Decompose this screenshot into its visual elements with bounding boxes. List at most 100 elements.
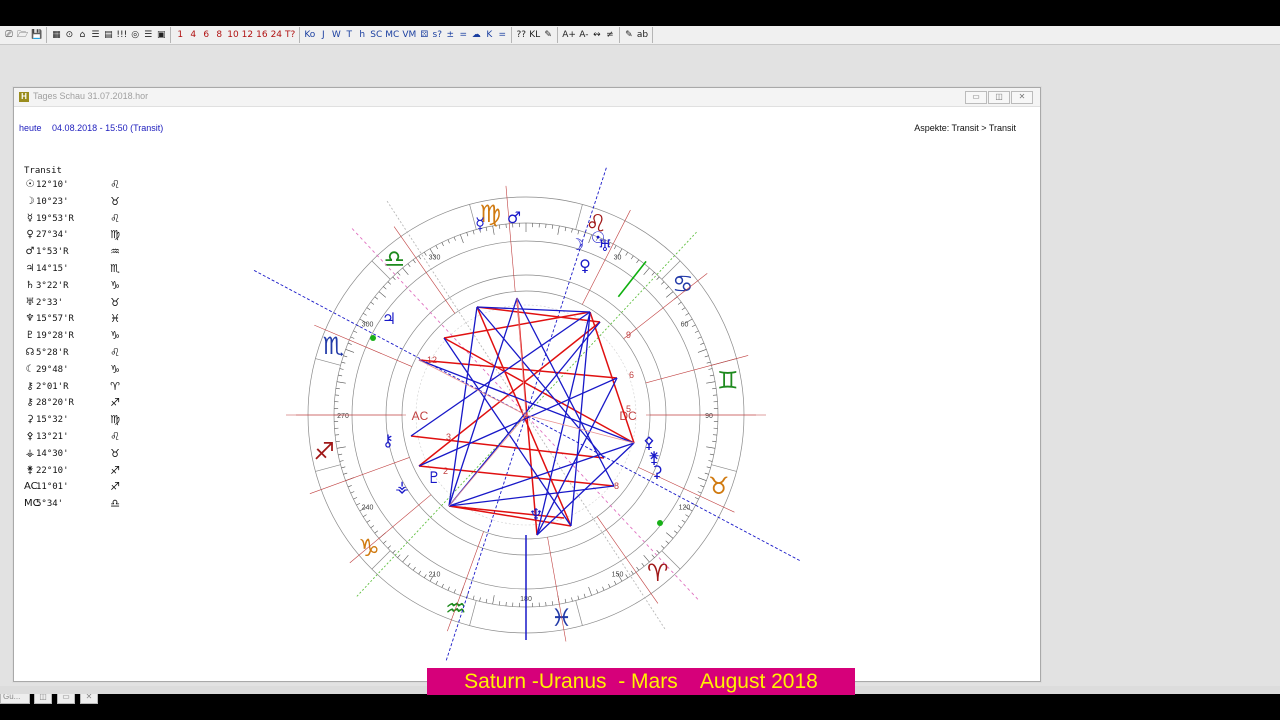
degree-tick xyxy=(665,286,669,290)
toolbar-button[interactable]: ◎ xyxy=(129,28,141,42)
toolbar-button[interactable]: ▦ xyxy=(50,28,62,42)
toolbar-button[interactable]: W xyxy=(330,28,342,42)
degree-tick xyxy=(492,595,495,605)
toolbar-button[interactable]: h xyxy=(356,28,368,42)
toolbar-button[interactable]: 8 xyxy=(213,28,225,42)
toolbar-button[interactable]: ab xyxy=(636,28,649,42)
degree-tick xyxy=(706,446,716,449)
aspect-line-blue xyxy=(536,442,635,536)
degree-tick xyxy=(336,446,346,449)
toolbar-button[interactable]: T? xyxy=(284,28,296,42)
aspect-line-blue xyxy=(448,485,615,507)
degree-tick xyxy=(694,330,699,333)
degree-label: 300 xyxy=(362,322,374,329)
zodiac-sign: ♉ xyxy=(708,472,730,500)
planet-symbol: ♃ xyxy=(382,309,396,328)
degree-tick xyxy=(341,361,346,364)
toolbar-button[interactable]: SC xyxy=(369,28,383,42)
toolbar-button[interactable]: ✎ xyxy=(623,28,635,42)
degree-tick xyxy=(588,586,592,596)
toolbar-button[interactable]: 10 xyxy=(226,28,239,42)
sign-boundary xyxy=(575,204,583,230)
degree-tick xyxy=(681,307,686,311)
toolbar-button[interactable]: Ko xyxy=(303,28,316,42)
toolbar-button[interactable]: J xyxy=(317,28,329,42)
toolbar-button[interactable]: !!! xyxy=(115,28,128,42)
degree-tick xyxy=(564,227,567,232)
toolbar-button[interactable]: ☁ xyxy=(470,28,482,42)
degree-tick xyxy=(697,336,702,339)
toolbar-button[interactable]: ⊙ xyxy=(63,28,75,42)
sign-boundary xyxy=(575,600,583,626)
aspect-line-blue xyxy=(448,442,635,507)
degree-tick xyxy=(709,453,714,456)
degree-tick xyxy=(602,586,605,591)
degree-tick xyxy=(636,566,640,571)
degree-tick xyxy=(460,234,464,244)
toolbar-button[interactable]: ?? xyxy=(515,28,527,42)
toolbar-button[interactable]: ▤ xyxy=(102,28,114,42)
degree-tick xyxy=(583,593,586,598)
toolbar-button[interactable]: = xyxy=(496,28,508,42)
degree-tick xyxy=(641,562,645,567)
toolbar-button[interactable]: ⌂ xyxy=(76,28,88,42)
toolbar-button[interactable]: 🗁 xyxy=(16,28,29,42)
degree-tick xyxy=(338,453,343,456)
toolbar-button[interactable]: A- xyxy=(578,28,590,42)
toolbar-button[interactable]: T xyxy=(343,28,355,42)
toolbar-button[interactable]: ± xyxy=(444,28,456,42)
degree-tick xyxy=(374,296,379,300)
toolbar-button[interactable]: 16 xyxy=(255,28,268,42)
degree-tick xyxy=(350,336,355,339)
degree-tick xyxy=(636,259,640,264)
degree-tick xyxy=(571,228,573,233)
degree-tick xyxy=(339,368,344,370)
degree-tick xyxy=(479,597,481,602)
toolbar-button[interactable]: ⚄ xyxy=(418,28,430,42)
sign-boundary xyxy=(315,464,341,472)
toolbar-button[interactable]: = xyxy=(457,28,469,42)
toolbar-button[interactable]: 4 xyxy=(187,28,199,42)
degree-tick xyxy=(387,281,391,285)
degree-label: 120 xyxy=(679,505,691,512)
degree-tick xyxy=(407,263,411,268)
planet-symbol: ⚵ xyxy=(648,448,660,467)
degree-tick xyxy=(630,570,634,575)
planet-symbol: ♆ xyxy=(529,505,543,524)
toolbar-button[interactable]: 12 xyxy=(241,28,254,42)
toolbar-button[interactable]: 💾 xyxy=(30,28,43,42)
toolbar-button[interactable]: K xyxy=(483,28,495,42)
toolbar-button[interactable]: ✎ xyxy=(542,28,554,42)
toolbar-button[interactable]: ▣ xyxy=(155,28,167,42)
toolbar: ⎚ 🗁 💾 ▦ ⊙ ⌂ ☰ ▤!!! ◎ ☰ ▣ 1 4 6 8 10 12 16 24 T? Ko J W Th SC MC VM… xyxy=(0,26,1280,45)
degree-tick xyxy=(712,440,717,443)
degree-tick xyxy=(685,313,689,316)
toolbar-button[interactable]: VM xyxy=(401,28,417,42)
toolbar-button[interactable]: ≠ xyxy=(604,28,616,42)
degree-tick xyxy=(706,381,716,384)
degree-tick xyxy=(392,550,396,554)
toolbar-button[interactable]: ⎚ xyxy=(3,28,15,42)
toolbar-button[interactable]: 6 xyxy=(200,28,212,42)
degree-tick xyxy=(347,342,352,345)
toolbar-button[interactable]: KL xyxy=(528,28,541,42)
chart-window: H Tages Schau 31.07.2018.hor ▭ ◫ ✕ heute… xyxy=(13,87,1041,682)
toolbar-button[interactable]: MC xyxy=(384,28,400,42)
degree-tick xyxy=(418,255,422,260)
degree-tick xyxy=(613,245,617,250)
astro-chart[interactable]: ♍♌♋♊♉♈♓♒♑♐♏♎3060901201501802102402703003… xyxy=(14,88,1040,681)
degree-tick xyxy=(387,545,391,549)
planet-symbol: ♀ xyxy=(579,256,591,275)
toolbar-button[interactable]: ↭ xyxy=(591,28,603,42)
toolbar-button[interactable]: 24 xyxy=(270,28,283,42)
degree-tick xyxy=(661,545,665,549)
degree-label: 270 xyxy=(337,413,349,420)
zodiac-sign: ♎ xyxy=(383,245,405,273)
toolbar-button[interactable]: ☰ xyxy=(142,28,154,42)
toolbar-button[interactable]: s? xyxy=(431,28,443,42)
degree-tick xyxy=(577,595,580,600)
toolbar-button[interactable]: ☰ xyxy=(89,28,101,42)
toolbar-button[interactable]: 1 xyxy=(174,28,186,42)
degree-tick xyxy=(596,589,599,594)
toolbar-button[interactable]: A+ xyxy=(561,28,577,42)
